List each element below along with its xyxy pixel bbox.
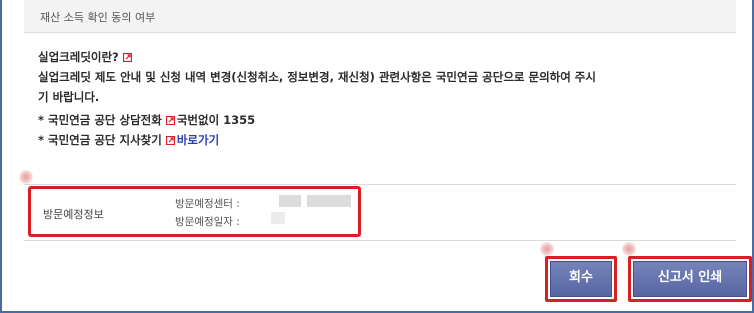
- redacted-center-value: [279, 195, 301, 207]
- visit-center-label: 방문예정센터 :: [175, 198, 240, 210]
- notice-body-line2: 기 바랍니다.: [38, 90, 100, 104]
- phone-prefix: * 국민연금 공단 상담전화: [38, 113, 162, 127]
- external-link-icon[interactable]: [165, 116, 175, 125]
- notice-heading-line: 실업크레딧이란?: [38, 49, 134, 65]
- notice-phone-line: * 국민연금 공단 상담전화 국번없이 1355: [38, 112, 255, 128]
- highlight-marker: [540, 242, 554, 256]
- print-button-highlight: 신고서 인쇄: [628, 256, 752, 302]
- consent-row: 재산 소득 확인 동의 여부: [24, 0, 736, 33]
- visit-info-highlight: 방문예정정보 방문예정센터 : 방문예정일자 :: [28, 186, 361, 237]
- phone-value: 국번없이 1355: [176, 113, 256, 127]
- external-link-icon[interactable]: [165, 136, 175, 145]
- form-panel: 재산 소득 확인 동의 여부 실업크레딧이란? 실업크레딧 제도 안내 및 신청…: [0, 0, 754, 313]
- visit-date-label: 방문예정일자 :: [175, 216, 240, 228]
- external-link-icon[interactable]: [122, 53, 132, 62]
- withdraw-button[interactable]: 회수: [550, 261, 612, 297]
- redacted-center-value: [307, 195, 351, 207]
- print-report-button[interactable]: 신고서 인쇄: [633, 261, 747, 297]
- highlight-marker: [19, 170, 33, 184]
- redacted-date-value: [271, 212, 285, 224]
- notice-body-line1: 실업크레딧 제도 안내 및 신청 내역 변경(신청취소, 정보변경, 재신청) …: [38, 70, 596, 84]
- visit-title: 방문예정정보: [43, 208, 104, 221]
- divider: [24, 184, 736, 185]
- notice-heading: 실업크레딧이란?: [38, 50, 119, 64]
- notice-branch-line: * 국민연금 공단 지사찾기 바로가기: [38, 132, 219, 148]
- branch-link[interactable]: 바로가기: [177, 133, 219, 147]
- withdraw-button-highlight: 회수: [545, 256, 617, 302]
- branch-prefix: * 국민연금 공단 지사찾기: [38, 133, 162, 147]
- highlight-marker: [622, 242, 636, 256]
- divider: [24, 240, 736, 241]
- consent-label: 재산 소득 확인 동의 여부: [40, 11, 156, 24]
